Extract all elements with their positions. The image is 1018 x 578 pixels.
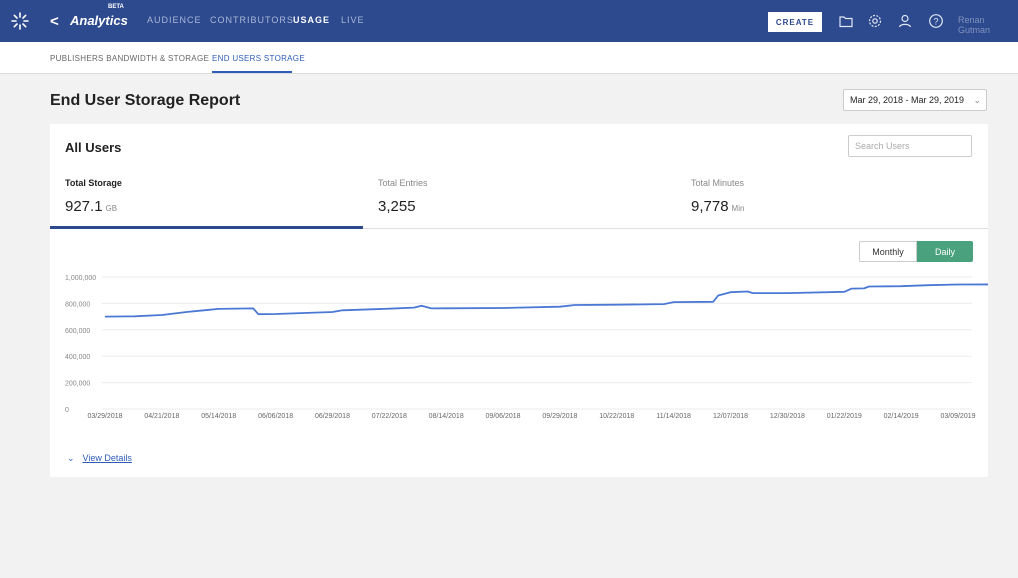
x-tick-label: 06/06/2018: [258, 413, 293, 420]
nav-live[interactable]: LIVE: [341, 15, 365, 25]
y-tick-label: 0: [65, 407, 69, 414]
card-title: All Users: [65, 140, 122, 155]
top-navigation-bar: < Analytics BETA AUDIENCE CONTRIBUTORS U…: [0, 0, 1018, 42]
x-tick-label: 03/09/2019: [940, 413, 975, 420]
storage-line-chart: 0 200,000 400,000 600,000 800,000 1,000,000 03…: [65, 275, 988, 420]
x-tick-label: 03/29/2018: [87, 413, 122, 420]
x-tick-label: 06/29/2018: [315, 413, 350, 420]
metric-value-wrap: 927.1 GB: [65, 198, 122, 215]
x-tick-label: 10/22/2018: [599, 413, 634, 420]
y-tick-label: 200,000: [65, 381, 90, 388]
daily-toggle-button[interactable]: Daily: [917, 241, 973, 262]
metric-total-storage[interactable]: Total Storage 927.1 GB: [65, 178, 122, 215]
series-line[interactable]: [104, 283, 988, 318]
x-tick-label: 05/14/2018: [201, 413, 236, 420]
search-users-input[interactable]: [848, 135, 972, 157]
metric-label: Total Storage: [65, 178, 122, 188]
create-button[interactable]: CREATE: [768, 12, 822, 32]
help-icon[interactable]: ?: [928, 13, 944, 29]
metric-value: 3,255: [378, 198, 416, 215]
user-icon[interactable]: [897, 13, 913, 29]
metric-label: Total Entries: [378, 178, 428, 188]
x-tick-label: 01/22/2019: [827, 413, 862, 420]
x-tick-label: 12/07/2018: [713, 413, 748, 420]
x-tick-label: 08/14/2018: [429, 413, 464, 420]
x-tick-label: 07/22/2018: [372, 413, 407, 420]
nav-contributors[interactable]: CONTRIBUTORS: [210, 15, 294, 25]
date-range-picker[interactable]: Mar 29, 2018 - Mar 29, 2019 ⌄: [843, 89, 987, 111]
report-card: All Users Total Storage 927.1GB Total En…: [50, 124, 988, 477]
metric-label: Total Minutes: [691, 178, 745, 188]
user-name[interactable]: Renan Gutman: [958, 15, 1018, 35]
x-tick-label: 11/14/2018: [656, 413, 691, 420]
back-chevron-icon[interactable]: <: [50, 13, 59, 30]
tab-publishers-bandwidth-storage[interactable]: PUBLISHERS BANDWIDTH & STORAGE: [50, 54, 209, 63]
x-tick-label: 12/30/2018: [770, 413, 805, 420]
tab-end-users-storage[interactable]: END USERS STORAGE: [212, 54, 305, 63]
date-range-value: Mar 29, 2018 - Mar 29, 2019: [850, 95, 965, 105]
y-tick-label: 800,000: [65, 301, 90, 308]
active-metric-underline: [50, 226, 363, 229]
page-title: End User Storage Report: [50, 92, 241, 109]
metric-value-wrap: 3,255: [378, 198, 428, 215]
nav-audience[interactable]: AUDIENCE: [147, 15, 202, 25]
active-tab-underline: [212, 71, 292, 73]
y-tick-label: 400,000: [65, 354, 90, 361]
metric-unit: Min: [731, 204, 745, 213]
kaltura-logo-icon[interactable]: [10, 11, 30, 31]
app-title: Analytics: [70, 13, 128, 28]
metric-value-wrap: 9,778 Min: [691, 198, 744, 215]
monthly-toggle-button[interactable]: Monthly: [859, 241, 917, 262]
y-tick-label: 1,000,000: [65, 275, 96, 282]
chevron-down-icon: ⌄: [67, 453, 75, 463]
metric-divider: [363, 228, 988, 229]
metric-total-entries[interactable]: Total Entries 3,255: [378, 178, 428, 215]
metric-value: 927.1: [65, 198, 103, 215]
x-tick-label: 02/14/2019: [884, 413, 919, 420]
x-tick-label: 09/29/2018: [542, 413, 577, 420]
gear-icon[interactable]: [867, 13, 883, 29]
y-tick-label: 600,000: [65, 328, 90, 335]
metric-unit: GB: [105, 204, 118, 213]
subtabs-bar: PUBLISHERS BANDWIDTH & STORAGE END USERS…: [0, 42, 1018, 74]
x-tick-label: 04/21/2018: [144, 413, 179, 420]
nav-usage[interactable]: USAGE: [293, 15, 330, 25]
beta-badge: BETA: [108, 4, 124, 10]
x-tick-label: 09/06/2018: [486, 413, 521, 420]
folder-icon[interactable]: [838, 13, 854, 29]
svg-text:?: ?: [933, 16, 938, 26]
view-details-label: View Details: [82, 453, 132, 463]
view-details-link[interactable]: ⌄ View Details: [67, 453, 132, 464]
metric-total-minutes[interactable]: Total Minutes 9,778 Min: [691, 178, 744, 215]
chevron-down-icon: ⌄: [973, 95, 981, 105]
metric-value: 9,778: [691, 198, 729, 215]
